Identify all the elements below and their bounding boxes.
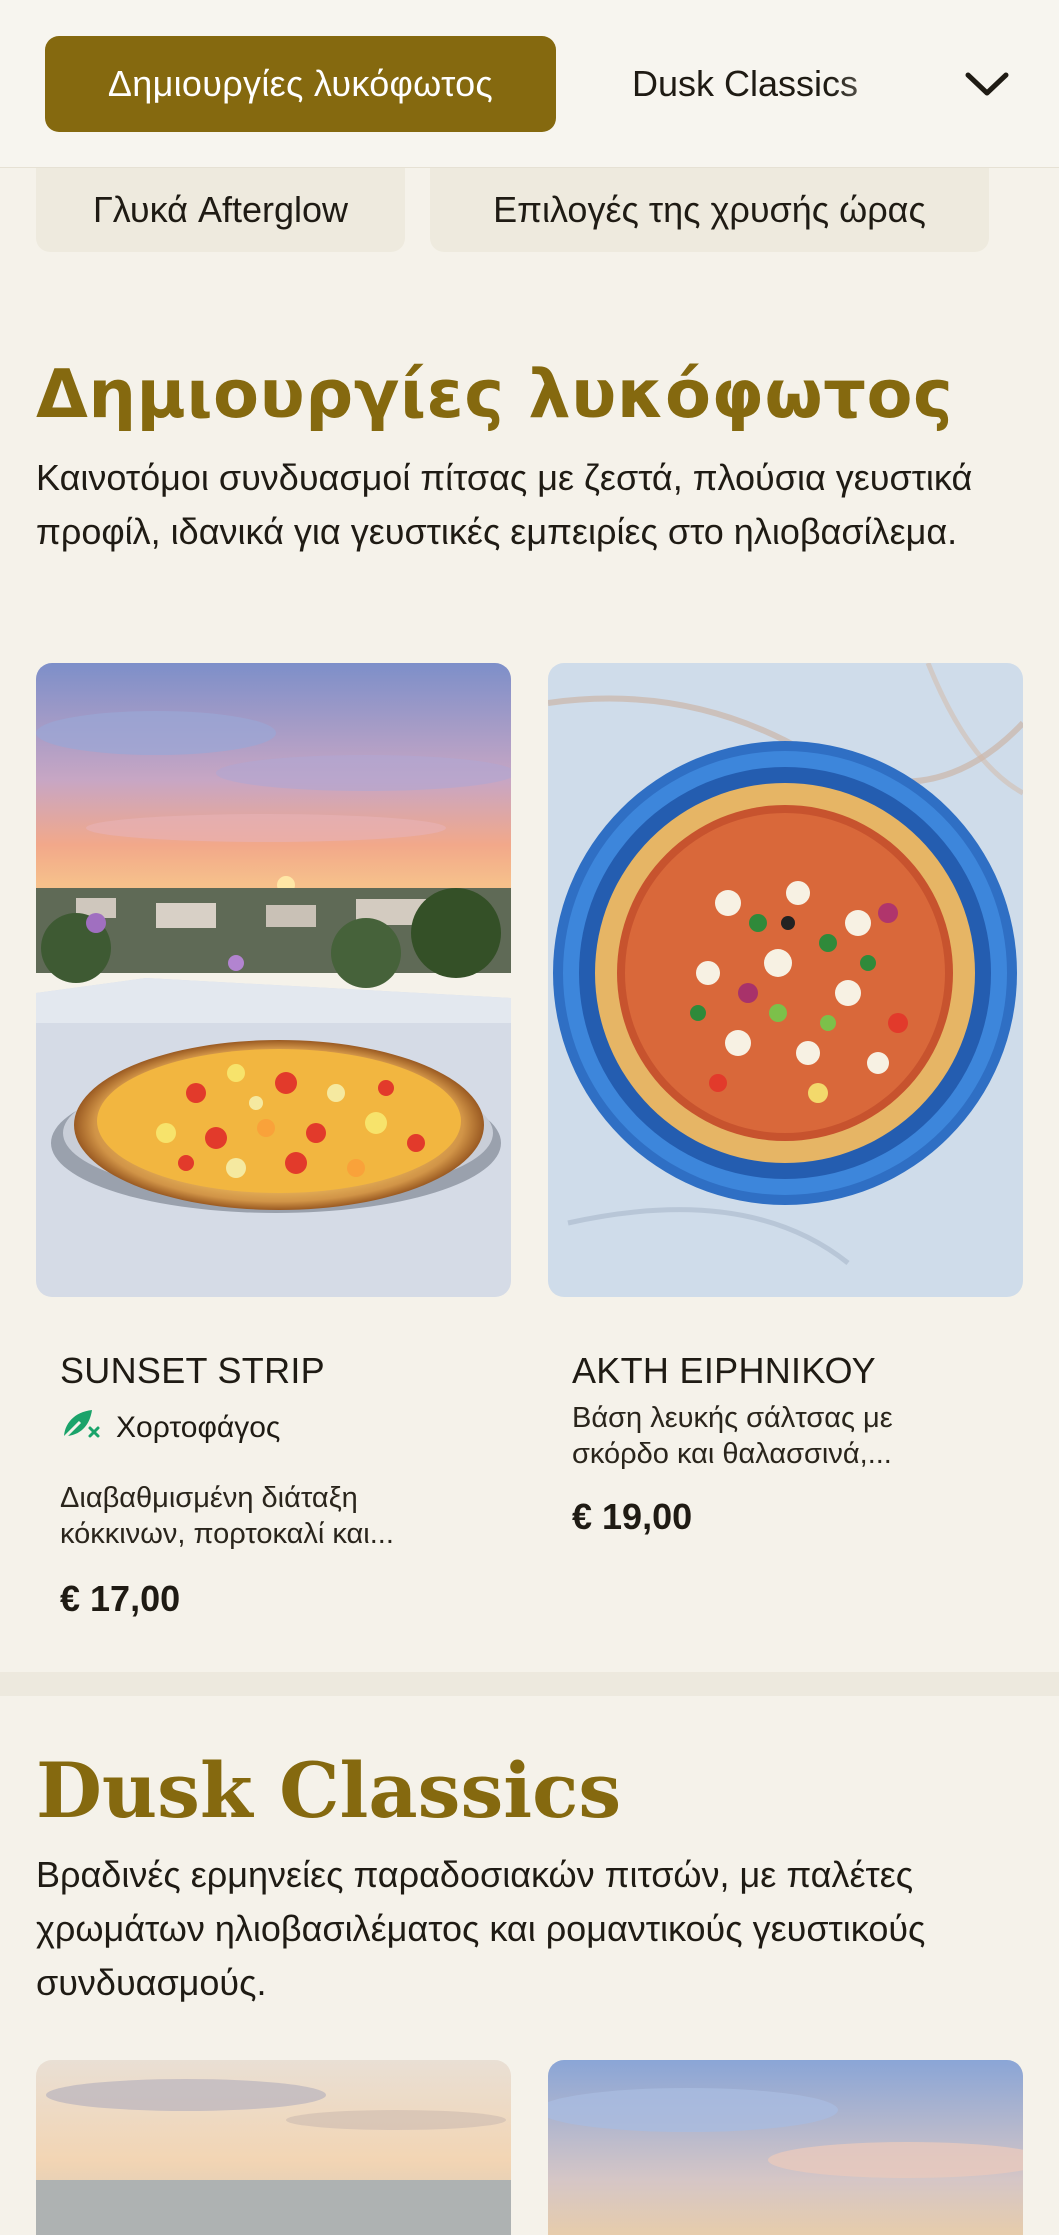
section-divider <box>0 1672 1059 1696</box>
pizza-photo[interactable] <box>36 2060 511 2235</box>
pizza-photo-akti-eirinikou[interactable] <box>548 663 1023 1297</box>
section-description: Καινοτόμοι συνδυασμοί πίτσας με ζεστά, π… <box>36 457 973 552</box>
section-description: Βραδινές ερμηνείες παραδοσιακών πιτσών, … <box>36 1854 926 2003</box>
pizza-photo[interactable] <box>548 2060 1023 2235</box>
chevron-down-icon[interactable] <box>955 52 1019 116</box>
vegetarian-leaf-icon <box>60 1406 102 1450</box>
item-price: € 17,00 <box>60 1578 181 1619</box>
vegetarian-badge: Χορτοφάγος <box>60 1406 280 1450</box>
section-title: Δημιουργίες λυκόφωτος <box>36 355 954 433</box>
scroll-fade <box>830 20 950 150</box>
chip-epiloges-xrysis-oras[interactable]: Επιλογές της χρυσής ώρας <box>430 168 989 252</box>
item-price: € 19,00 <box>572 1496 693 1537</box>
section-title: Dusk Classics <box>36 1746 622 1835</box>
tab-dimiourgies-lykofotos[interactable]: Δημιουργίες λυκόφωτος <box>45 36 556 132</box>
chip-glyka-afterglow[interactable]: Γλυκά Afterglow <box>36 168 405 252</box>
pizza-photo-sunset-strip[interactable] <box>36 663 511 1297</box>
item-description: Βάση λευκής σάλτσας με σκόρδο και θαλασσ… <box>572 1402 893 1470</box>
vegetarian-label: Χορτοφάγος <box>116 1411 281 1444</box>
category-nav: Δημιουργίες λυκόφωτος Dusk Classics <box>0 0 1059 168</box>
category-chip-row: Γλυκά Afterglow Επιλογές της χρυσής ώρας <box>0 168 1059 252</box>
item-name[interactable]: ΑΚΤΗ ΕΙΡΗΝΙΚΟΥ <box>572 1350 876 1392</box>
item-description: Διαβαθμισμένη διάταξη κόκκινων, πορτοκαλ… <box>60 1482 394 1550</box>
item-name[interactable]: SUNSET STRIP <box>60 1350 325 1392</box>
